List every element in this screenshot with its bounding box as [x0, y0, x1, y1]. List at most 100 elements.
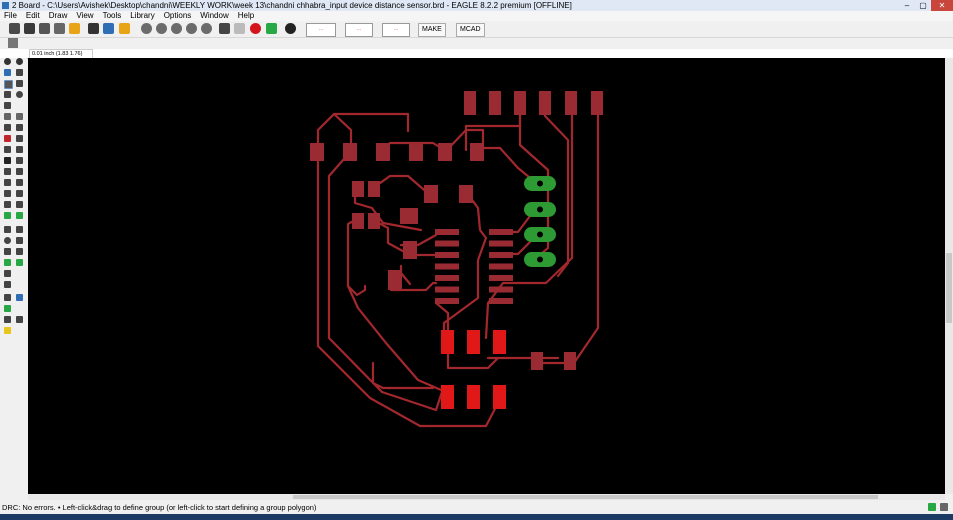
- fanout-icon[interactable]: [16, 190, 23, 197]
- drc-icon[interactable]: [4, 305, 11, 312]
- ripup-icon[interactable]: [16, 168, 23, 175]
- vertical-scroll-thumb[interactable]: [946, 253, 952, 323]
- horizontal-scrollbar[interactable]: [28, 494, 945, 500]
- attribute-icon[interactable]: [4, 281, 11, 288]
- open-icon[interactable]: [9, 23, 20, 34]
- align-icon[interactable]: [4, 102, 11, 109]
- fusion-sync-button[interactable]: ⋯: [345, 23, 373, 37]
- zoom-out-icon[interactable]: [171, 23, 182, 34]
- save-icon[interactable]: [24, 23, 35, 34]
- mirror-icon[interactable]: [4, 91, 11, 98]
- route-icon[interactable]: [4, 179, 11, 186]
- mcad-button[interactable]: MCAD: [456, 23, 485, 37]
- ulp-icon[interactable]: [103, 23, 114, 34]
- zoom-fit-icon[interactable]: [141, 23, 152, 34]
- board-canvas[interactable]: [28, 58, 945, 494]
- via-icon[interactable]: [4, 259, 11, 266]
- minimize-icon[interactable]: –: [899, 0, 915, 11]
- select-arrow-icon[interactable]: [4, 80, 13, 89]
- warning-icon[interactable]: [4, 327, 11, 334]
- trace: [371, 361, 435, 390]
- info-icon[interactable]: [4, 58, 11, 65]
- close-icon[interactable]: ✕: [931, 0, 953, 11]
- command-input[interactable]: [92, 49, 942, 58]
- split-icon[interactable]: [4, 146, 11, 153]
- rectangle-icon[interactable]: [4, 248, 11, 255]
- redo-icon[interactable]: [234, 23, 245, 34]
- make-button[interactable]: MAKE: [418, 23, 446, 37]
- mark-icon[interactable]: [16, 69, 23, 76]
- zoom-select-icon[interactable]: [186, 23, 197, 34]
- copy-icon[interactable]: [4, 113, 11, 120]
- menu-draw[interactable]: Draw: [49, 11, 68, 21]
- stop-icon[interactable]: [250, 23, 261, 34]
- wire-icon[interactable]: [4, 201, 11, 208]
- smash-icon[interactable]: [16, 157, 23, 164]
- ic-pin: [435, 263, 459, 270]
- lock-icon[interactable]: [4, 157, 11, 164]
- component-pad: [403, 241, 417, 259]
- group-icon[interactable]: [4, 135, 11, 142]
- arc-icon[interactable]: [16, 201, 23, 208]
- layer-route-icon[interactable]: [16, 294, 23, 301]
- wrench-icon[interactable]: [16, 124, 23, 131]
- change-icon[interactable]: [16, 135, 23, 142]
- hole-icon[interactable]: [4, 270, 11, 277]
- tool-palette: [0, 58, 27, 500]
- optimize-icon[interactable]: [16, 146, 23, 153]
- grid-icon[interactable]: [8, 38, 18, 48]
- menu-edit[interactable]: Edit: [26, 11, 40, 21]
- component-pad: [343, 143, 357, 161]
- horizontal-scroll-thumb[interactable]: [293, 495, 878, 499]
- ic-pin: [489, 229, 513, 235]
- drill-hole: [537, 180, 543, 187]
- paste-icon[interactable]: [16, 113, 23, 120]
- ratsnest-icon[interactable]: [4, 168, 11, 175]
- component-pad: [564, 352, 576, 370]
- delete-icon[interactable]: [4, 124, 11, 131]
- menu-help[interactable]: Help: [238, 11, 254, 21]
- route-multiple-icon[interactable]: [16, 179, 23, 186]
- print-icon[interactable]: [39, 23, 50, 34]
- menu-tools[interactable]: Tools: [103, 11, 122, 21]
- undo-icon[interactable]: [219, 23, 230, 34]
- script-icon[interactable]: [88, 23, 99, 34]
- component-pad: [310, 143, 324, 161]
- menu-view[interactable]: View: [76, 11, 93, 21]
- menu-file[interactable]: File: [4, 11, 17, 21]
- vertical-scrollbar[interactable]: [945, 58, 953, 494]
- text-icon[interactable]: [16, 226, 23, 233]
- maximize-icon[interactable]: ▢: [915, 0, 931, 11]
- ic-pin: [435, 240, 459, 247]
- redraw-icon[interactable]: [201, 23, 212, 34]
- menu-library[interactable]: Library: [130, 11, 154, 21]
- help-icon[interactable]: [285, 23, 296, 34]
- polygon-icon[interactable]: [16, 248, 23, 255]
- meander-icon[interactable]: [4, 190, 11, 197]
- trace: [346, 284, 450, 395]
- cam-processor-icon[interactable]: [54, 23, 65, 34]
- ic-pin: [489, 286, 513, 293]
- folder-icon[interactable]: [119, 23, 130, 34]
- menu-window[interactable]: Window: [200, 11, 228, 21]
- schematic-switch-icon[interactable]: [69, 23, 80, 34]
- signal-icon[interactable]: [16, 259, 23, 266]
- rotate-icon[interactable]: [16, 91, 23, 98]
- line-icon[interactable]: [4, 226, 11, 233]
- design-link-button[interactable]: ⋯: [306, 23, 336, 37]
- autorouter-icon[interactable]: [4, 212, 11, 219]
- sf-to-3d-button[interactable]: ⋯: [382, 23, 410, 37]
- zoom-in-icon[interactable]: [156, 23, 167, 34]
- route-trace-icon[interactable]: [16, 212, 23, 219]
- go-icon[interactable]: [266, 23, 277, 34]
- menu-options[interactable]: Options: [164, 11, 192, 21]
- errors-icon[interactable]: [16, 316, 23, 323]
- arc-draw-icon[interactable]: [16, 237, 23, 244]
- dimension-icon[interactable]: [4, 294, 11, 301]
- header-pad: [591, 91, 603, 115]
- erc-icon[interactable]: [4, 316, 11, 323]
- show-eye-icon[interactable]: [16, 58, 23, 65]
- layer-settings-icon[interactable]: [4, 69, 11, 76]
- move-icon[interactable]: [16, 80, 23, 87]
- circle-icon[interactable]: [4, 237, 11, 244]
